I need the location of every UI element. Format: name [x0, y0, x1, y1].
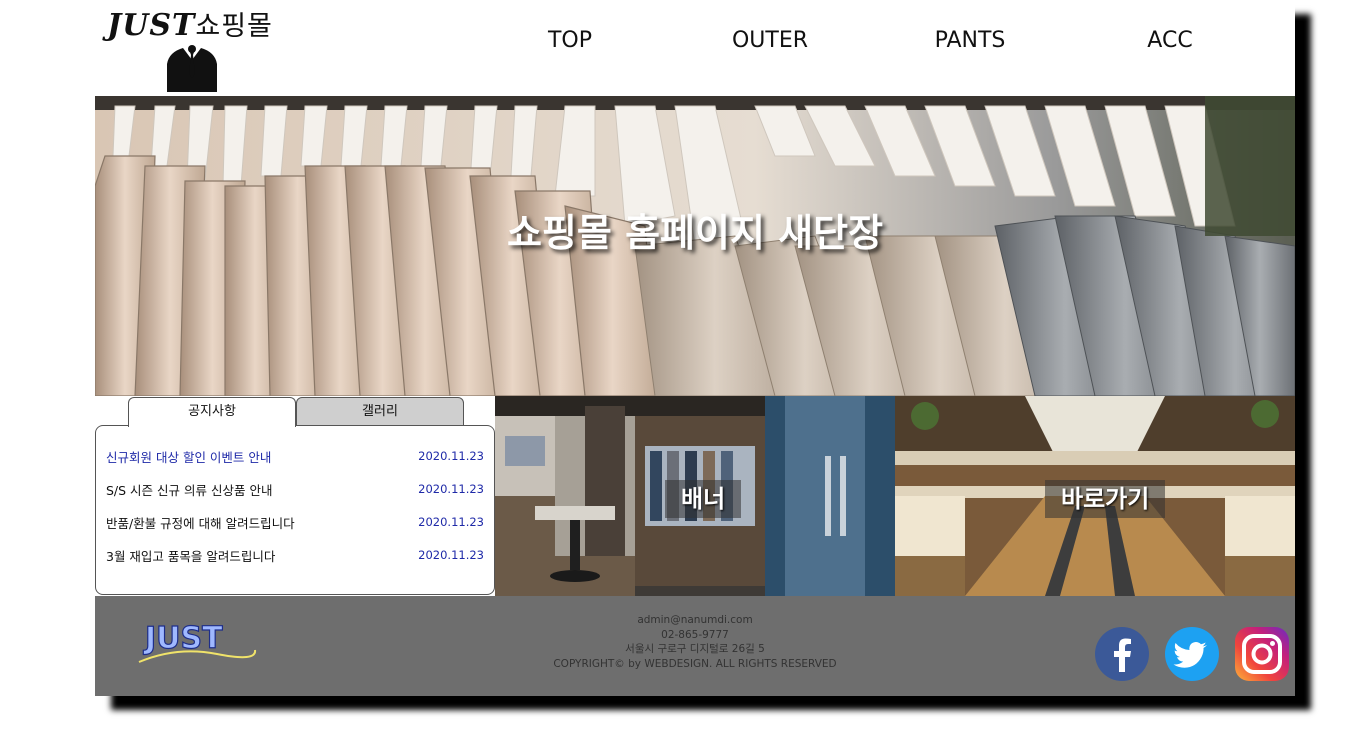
tab-notice[interactable]: 공지사항	[128, 397, 296, 427]
notice-list: 신규회원 대상 할인 이벤트 안내 2020.11.23 S/S 시즌 신규 의…	[95, 425, 495, 595]
instagram-icon[interactable]	[1234, 626, 1290, 682]
footer-address: 서울시 구로구 디지털로 26길 5	[625, 643, 765, 655]
notice-date: 2020.11.23	[418, 515, 484, 529]
hero-title: 쇼핑몰 홈페이지 새단장	[506, 211, 884, 255]
site-header: JUST쇼핑몰 TOP OUTER PANTS ACC	[95, 0, 1295, 96]
footer-logo[interactable]: JUST	[137, 618, 257, 668]
nav-acc[interactable]: ACC	[1070, 28, 1270, 53]
footer-phone: 02-865-9777	[661, 628, 729, 641]
banner-label: 배너	[665, 480, 742, 518]
banner[interactable]: 배너	[495, 396, 895, 596]
nav-top[interactable]: TOP	[470, 28, 670, 53]
site-logo[interactable]: JUST쇼핑몰	[107, 4, 277, 94]
notice-date: 2020.11.23	[418, 482, 484, 496]
hero-slide: 쇼핑몰 홈페이지 새단장	[95, 96, 1295, 396]
notice-panel: 공지사항 갤러리 신규회원 대상 할인 이벤트 안내 2020.11.23 S/…	[95, 396, 495, 596]
main-nav: TOP OUTER PANTS ACC	[470, 28, 1270, 68]
notice-row[interactable]: S/S 시즌 신규 의류 신상품 안내 2020.11.23	[106, 480, 484, 500]
footer-info: admin@nanumdi.com 02-865-9777 서울시 구로구 디지…	[495, 613, 895, 671]
suit-icon	[167, 45, 217, 92]
nav-pants[interactable]: PANTS	[870, 28, 1070, 53]
facebook-icon[interactable]	[1094, 626, 1150, 682]
tab-gallery[interactable]: 갤러리	[296, 397, 464, 426]
notice-row[interactable]: 3월 재입고 품목을 알려드립니다 2020.11.23	[106, 546, 484, 566]
logo-text: JUST쇼핑몰	[107, 4, 273, 43]
nav-outer[interactable]: OUTER	[670, 28, 870, 53]
notice-date: 2020.11.23	[418, 449, 484, 463]
footer-email[interactable]: admin@nanumdi.com	[495, 613, 895, 628]
notice-title[interactable]: S/S 시즌 신규 의류 신상품 안내	[106, 480, 272, 499]
notice-title[interactable]: 신규회원 대상 할인 이벤트 안내	[106, 447, 271, 466]
notice-title[interactable]: 3월 재입고 품목을 알려드립니다	[106, 546, 275, 565]
notice-date: 2020.11.23	[418, 548, 484, 562]
notice-row[interactable]: 반품/환불 규정에 대해 알려드립니다 2020.11.23	[106, 513, 484, 533]
shortcut-banner[interactable]: 바로가기	[895, 396, 1295, 596]
logo-latin: JUST	[107, 8, 196, 43]
twitter-icon[interactable]	[1164, 626, 1220, 682]
banner-label: 바로가기	[1045, 480, 1166, 518]
notice-row[interactable]: 신규회원 대상 할인 이벤트 안내 2020.11.23	[106, 447, 484, 467]
logo-korean: 쇼핑몰	[195, 11, 273, 42]
site-footer: JUST admin@nanumdi.com 02-865-9777 서울시 구…	[95, 596, 1295, 696]
page-container: JUST쇼핑몰 TOP OUTER PANTS ACC 쇼핑몰 홈페이지 새단장…	[95, 0, 1295, 696]
footer-copyright: COPYRIGHT© by WEBDESIGN. ALL RIGHTS RESE…	[553, 657, 837, 670]
notice-title[interactable]: 반품/환불 규정에 대해 알려드립니다	[106, 513, 295, 532]
